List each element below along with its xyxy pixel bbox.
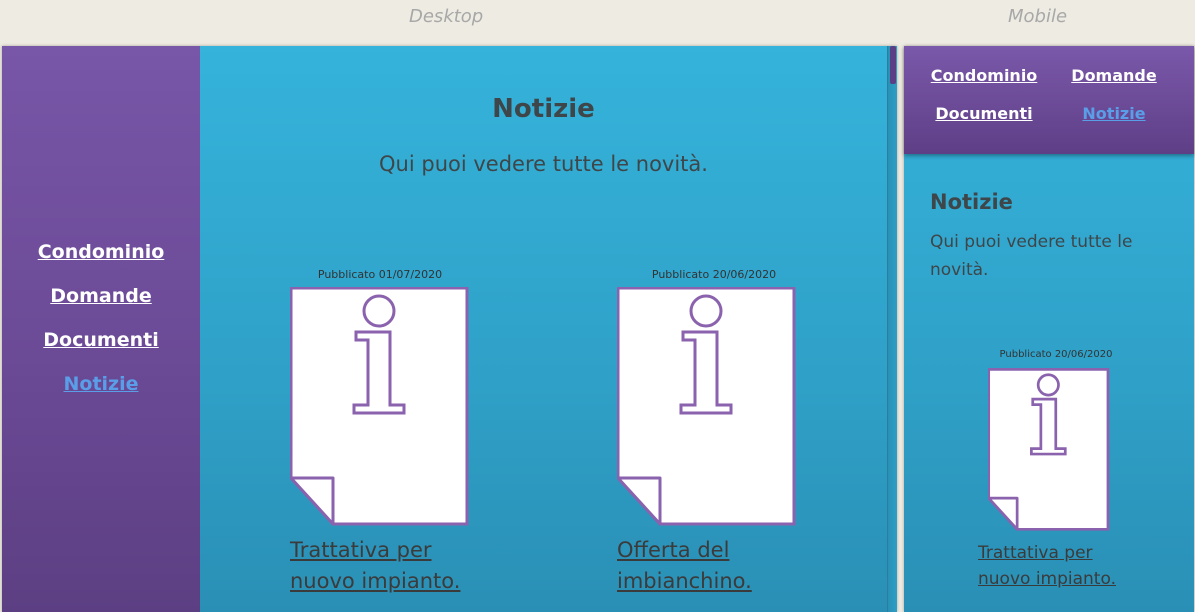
nav-link-condominio[interactable]: Condominio [38, 238, 165, 282]
nav-link-notizie[interactable]: Notizie [63, 370, 138, 414]
nav-link-notizie[interactable]: Notizie [1064, 102, 1164, 126]
mobile-view-label: Mobile [1008, 6, 1068, 27]
nav-link-documenti[interactable]: Documenti [43, 326, 158, 370]
news-title-line2[interactable]: nuovo impianto. [978, 566, 1148, 592]
desktop-view: Condominio Domande Documenti Notizie Not… [2, 46, 897, 612]
info-document-icon [988, 367, 1110, 531]
info-document-icon [290, 287, 469, 526]
page-title: Notizie [930, 190, 1013, 214]
news-card[interactable]: Pubblicato 20/06/2020 Offerta del imbian… [617, 268, 817, 597]
main-content: Notizie Qui puoi vedere tutte le novità.… [200, 46, 887, 612]
sidebar-nav: Condominio Domande Documenti Notizie [2, 238, 200, 414]
news-title-line1[interactable]: Offerta del [617, 535, 817, 566]
news-title-line1[interactable]: Trattativa per [978, 540, 1148, 566]
info-document-icon [617, 287, 796, 526]
scrollbar-thumb[interactable] [890, 46, 896, 84]
desktop-view-label: Desktop [409, 6, 484, 27]
nav-link-domande[interactable]: Domande [50, 282, 151, 326]
mobile-nav: Condominio Domande Documenti Notizie [904, 64, 1194, 126]
news-date: Pubblicato 20/06/2020 [999, 349, 1113, 360]
news-date: Pubblicato 20/06/2020 [651, 268, 777, 281]
news-card[interactable]: Pubblicato 01/07/2020 Trattativa per nuo… [290, 268, 490, 597]
nav-link-domande[interactable]: Domande [1064, 64, 1164, 88]
page-subtitle: Qui puoi vedere tutte le novità. [930, 232, 1133, 280]
news-card[interactable]: Pubblicato 20/06/2020 Trattativa per nuo… [978, 349, 1148, 592]
nav-link-documenti[interactable]: Documenti [904, 102, 1064, 126]
scrollbar[interactable] [887, 46, 897, 612]
news-title-line2[interactable]: nuovo impianto. [290, 566, 490, 597]
sidebar: Condominio Domande Documenti Notizie [2, 46, 200, 612]
news-title-line1[interactable]: Trattativa per [290, 535, 490, 566]
page-subtitle: Qui puoi vedere tutte le novità. [379, 152, 708, 176]
mobile-header: Condominio Domande Documenti Notizie [904, 46, 1194, 154]
nav-link-condominio[interactable]: Condominio [904, 64, 1064, 88]
page-title: Notizie [492, 94, 595, 124]
news-title-line2[interactable]: imbianchino. [617, 566, 817, 597]
mobile-view: Condominio Domande Documenti Notizie Not… [904, 46, 1194, 612]
news-date: Pubblicato 01/07/2020 [317, 268, 443, 281]
